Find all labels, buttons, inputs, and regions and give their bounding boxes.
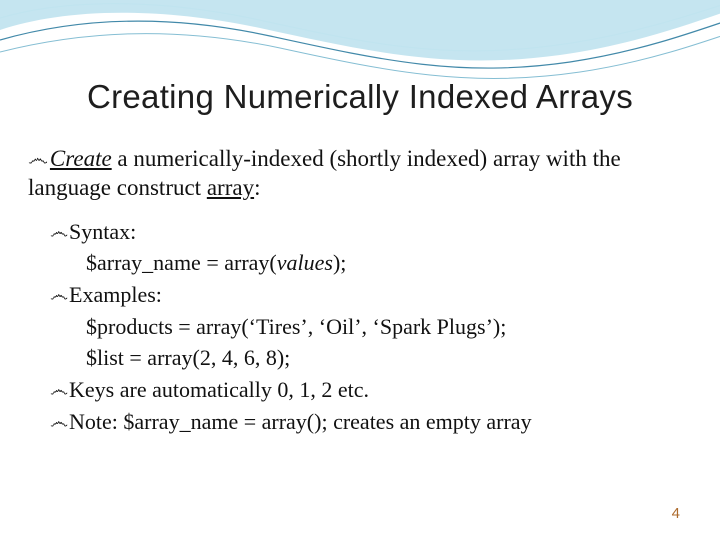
example-2: $list = array(2, 4, 6, 8); [86,343,690,373]
bullet-icon: ෴ [50,412,68,433]
lead-colon: : [254,175,260,200]
syntax-values: values [277,250,333,275]
bullet-icon: ෴ [50,380,68,401]
note-text: Note: $array_name = array(); creates an … [69,409,532,434]
syntax-label-line: ෴Syntax: [50,217,690,247]
examples-label: Examples: [69,282,162,307]
keys-line: ෴Keys are automatically 0, 1, 2 etc. [50,375,690,405]
lead-text-mid: a numerically-indexed (shortly indexed) … [28,146,621,200]
lead-create-word: Create [50,146,112,171]
syntax-prefix: $array_name = array( [86,250,277,275]
syntax-label: Syntax: [69,219,136,244]
sub-bullets: ෴Syntax: $array_name = array(values); ෴E… [50,217,690,437]
bullet-icon: ෴ [50,285,68,306]
slide-body: ෴Create a numerically-indexed (shortly i… [28,145,690,436]
lead-array-word: array [207,175,254,200]
examples-label-line: ෴Examples: [50,280,690,310]
bullet-icon: ෴ [28,146,48,170]
lead-bullet: ෴Create a numerically-indexed (shortly i… [28,145,690,203]
syntax-suffix: ); [333,250,346,275]
example-1: $products = array(‘Tires’, ‘Oil’, ‘Spark… [86,312,690,342]
note-line: ෴Note: $array_name = array(); creates an… [50,407,690,437]
syntax-code-line: $array_name = array(values); [86,248,690,278]
keys-text: Keys are automatically 0, 1, 2 etc. [69,377,369,402]
slide-title: Creating Numerically Indexed Arrays [0,78,720,116]
bullet-icon: ෴ [50,222,68,243]
page-number: 4 [672,505,680,522]
decorative-wave [0,0,720,90]
